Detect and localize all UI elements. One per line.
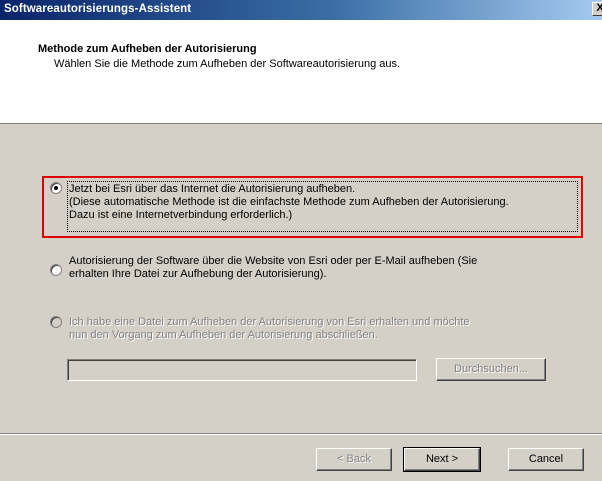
option-website-line-1: Autorisierung der Software über die Webs… <box>69 255 478 267</box>
radio-have-file[interactable] <box>50 316 62 328</box>
option-online-label[interactable]: Jetzt bei Esri über das Internet die Aut… <box>69 183 509 222</box>
browse-button[interactable]: Durchsuchen... <box>436 358 546 381</box>
window-title: Softwareautorisierungs-Assistent <box>4 3 192 15</box>
radio-selected-dot <box>54 186 58 190</box>
footer-divider <box>0 433 602 435</box>
file-path-input[interactable] <box>67 359 417 381</box>
option-have-file-line-2: nun den Vorgang zum Aufheben der Autoris… <box>69 329 378 341</box>
option-online-line-1: Jetzt bei Esri über das Internet die Aut… <box>69 183 356 195</box>
back-button[interactable]: < Back <box>316 448 392 471</box>
option-have-file-label: Ich habe eine Datei zum Aufheben der Aut… <box>69 316 470 342</box>
radio-website-email[interactable] <box>50 264 62 276</box>
page-title: Methode zum Aufheben der Autorisierung <box>38 43 257 55</box>
option-online-line-2: (Diese automatische Methode ist die einf… <box>69 196 509 208</box>
wizard-header: Methode zum Aufheben der Autorisierung W… <box>0 20 602 124</box>
option-online-line-3: Dazu ist eine Internetverbindung erforde… <box>69 209 293 221</box>
next-button[interactable]: Next > <box>403 447 481 472</box>
radio-online-deauthorize[interactable] <box>50 182 62 194</box>
wizard-window: Softwareautorisierungs-Assistent X Metho… <box>0 0 602 481</box>
title-bar[interactable]: Softwareautorisierungs-Assistent X <box>0 0 602 20</box>
cancel-button[interactable]: Cancel <box>508 448 584 471</box>
option-have-file-line-1: Ich habe eine Datei zum Aufheben der Aut… <box>69 316 470 328</box>
close-icon[interactable]: X <box>592 2 602 16</box>
option-website-label[interactable]: Autorisierung der Software über die Webs… <box>69 255 477 281</box>
option-website-line-2: erhalten Ihre Datei zur Aufhebung der Au… <box>69 268 327 280</box>
page-subtitle: Wählen Sie die Methode zum Aufheben der … <box>54 58 401 70</box>
